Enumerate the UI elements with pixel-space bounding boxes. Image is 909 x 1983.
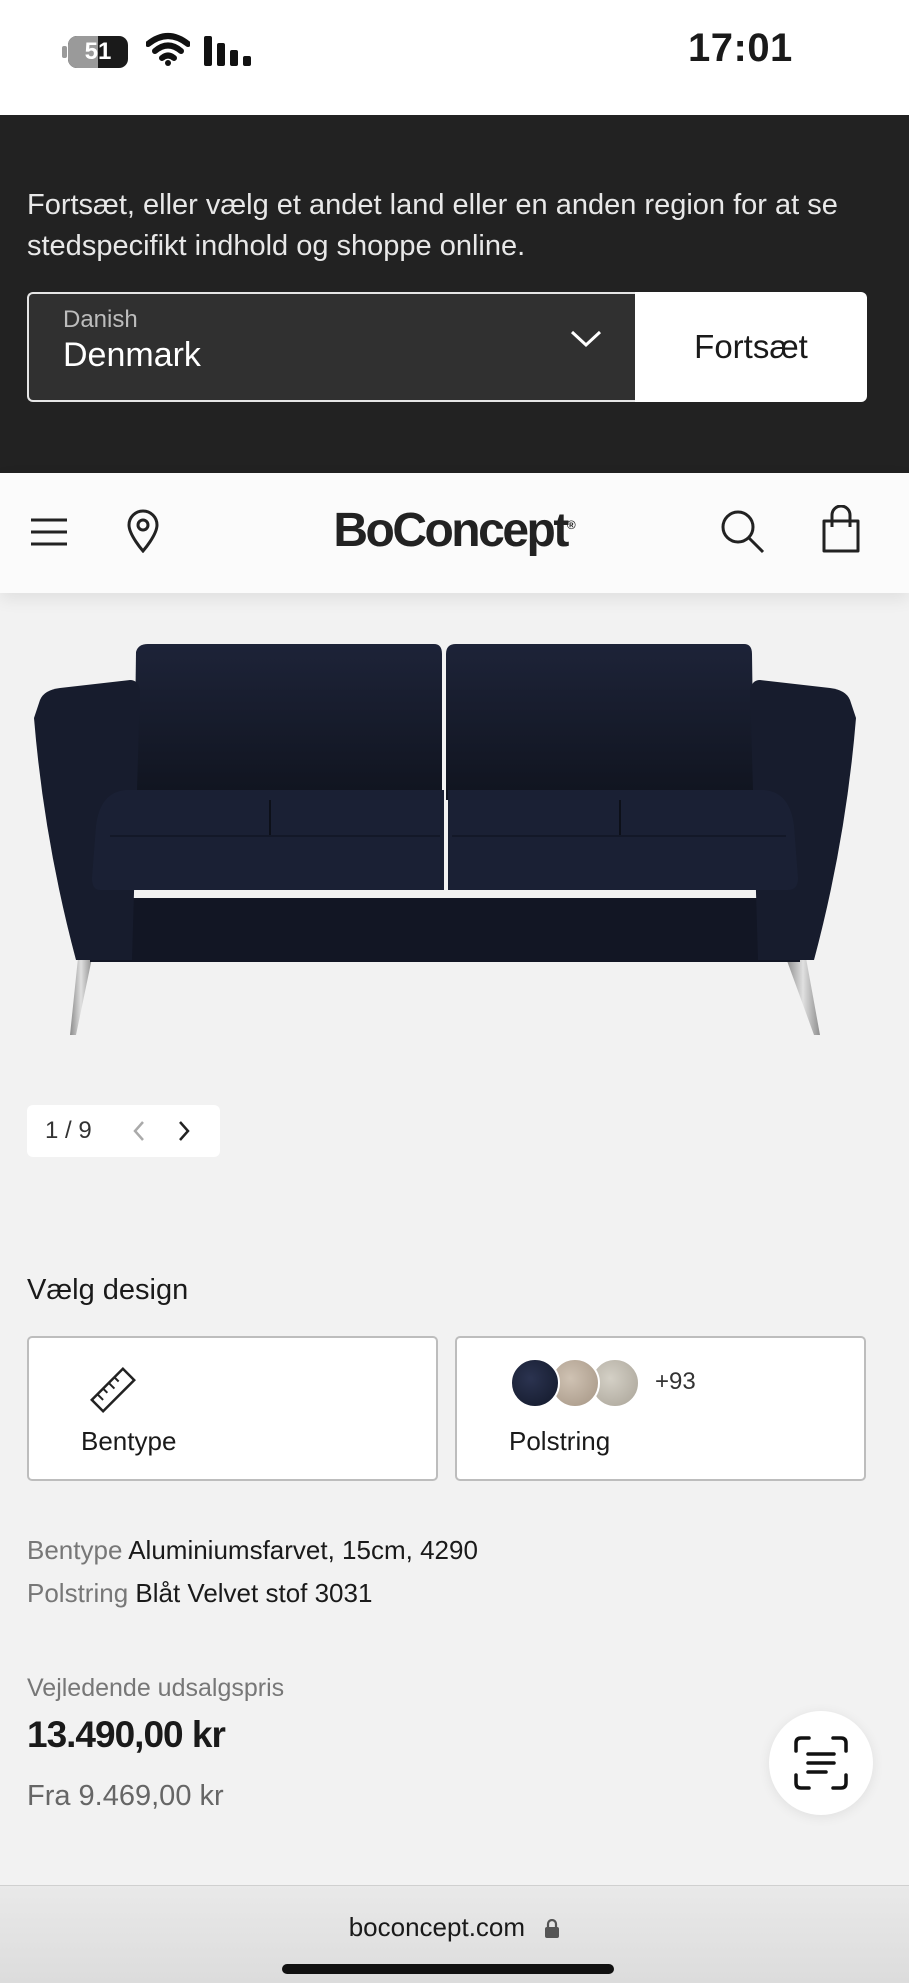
spec-leg-value: Aluminiumsfarvet, 15cm, 4290: [128, 1535, 478, 1565]
pager-count: 1 / 9: [45, 1117, 92, 1144]
upholstery-option[interactable]: +93 Polstring: [455, 1336, 866, 1481]
spec-upholstery-key: Polstring: [27, 1578, 129, 1608]
cellular-signal-icon: [204, 36, 251, 66]
spec-upholstery-value: Blåt Velvet stof 3031: [135, 1578, 373, 1608]
spec-upholstery: Polstring Blåt Velvet stof 3031: [27, 1578, 372, 1609]
home-indicator[interactable]: [282, 1964, 614, 1974]
continue-button[interactable]: Fortsæt: [635, 292, 867, 402]
region-select[interactable]: Danish Denmark: [27, 292, 635, 402]
battery-icon: 51: [62, 36, 132, 68]
select-country-value: Denmark: [63, 336, 201, 374]
chevron-right-icon[interactable]: [177, 1119, 191, 1143]
more-swatches-count: +93: [655, 1368, 696, 1395]
lock-icon: [545, 1919, 560, 1939]
chevron-left-icon[interactable]: [132, 1119, 146, 1143]
status-bar: 51 17:01: [0, 0, 909, 115]
site-header: BoConcept®: [0, 473, 909, 593]
price-label: Vejledende udsalgspris: [27, 1674, 285, 1702]
product-image[interactable]: [30, 640, 870, 1040]
price-from: Fra 9.469,00 kr: [27, 1780, 224, 1812]
chevron-down-icon: [570, 330, 602, 348]
spec-leg-key: Bentype: [27, 1535, 123, 1565]
shopping-bag-icon[interactable]: [820, 505, 862, 555]
price-amount: 13.490,00 kr: [27, 1714, 226, 1755]
region-message: Fortsæt, eller vælg et andet land eller …: [27, 189, 838, 262]
leg-type-option[interactable]: Bentype: [27, 1336, 438, 1481]
brand-logo[interactable]: BoConcept®: [0, 503, 909, 558]
status-time: 17:01: [688, 26, 793, 70]
battery-level: 51: [84, 38, 112, 65]
ruler-icon: [90, 1367, 136, 1413]
region-banner: Fortsæt, eller vælg et andet land eller …: [0, 115, 909, 473]
search-icon[interactable]: [720, 509, 766, 555]
url-text: boconcept.com: [348, 1912, 526, 1942]
image-pager: 1 / 9: [27, 1105, 220, 1157]
leg-type-label: Bentype: [81, 1426, 177, 1456]
spec-leg-type: Bentype Aluminiumsfarvet, 15cm, 4290: [27, 1535, 478, 1566]
scan-button[interactable]: [769, 1711, 873, 1815]
scan-text-icon: [794, 1736, 848, 1790]
upholstery-label: Polstring: [509, 1426, 611, 1456]
select-language-label: Danish: [63, 306, 138, 333]
design-section-title: Vælg design: [27, 1274, 189, 1306]
brand-logo-text: BoConcept: [333, 504, 569, 557]
wifi-icon: [146, 33, 190, 66]
fabric-swatch-blue: [510, 1358, 560, 1408]
